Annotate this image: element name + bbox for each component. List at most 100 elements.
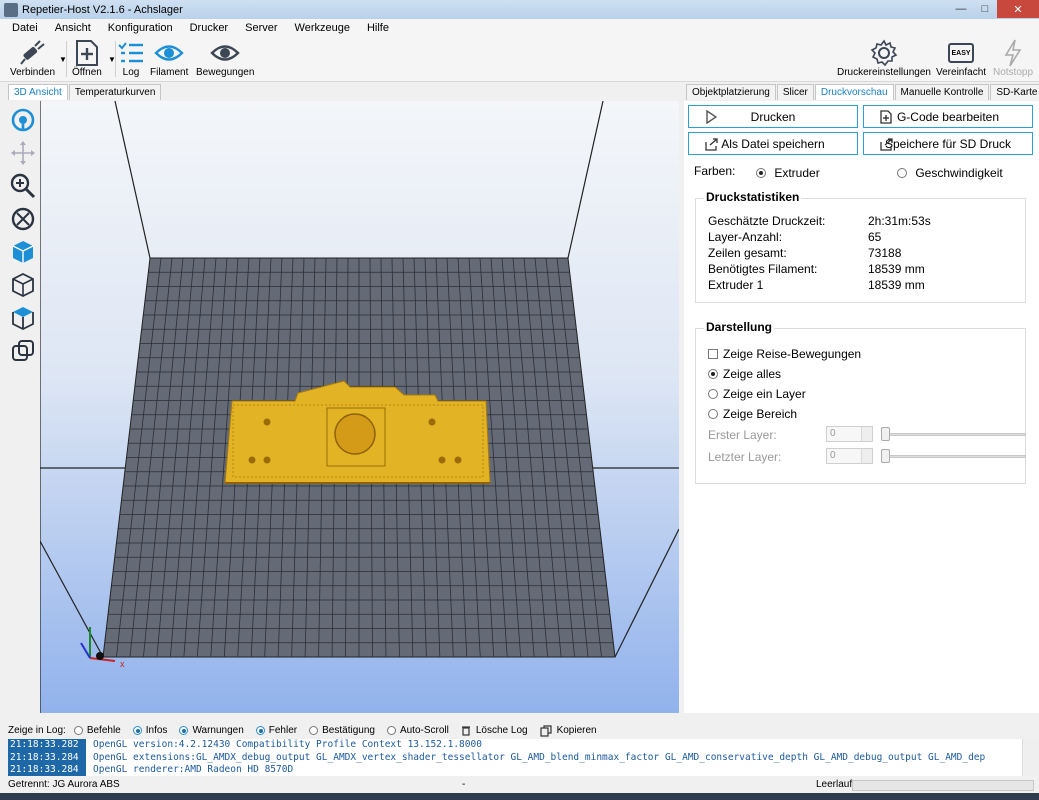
- save-file-label: Als Datei speichern: [721, 136, 825, 151]
- log-message: OpenGL version:4.2.12430 Compatibility P…: [93, 739, 482, 750]
- log-output[interactable]: 21:18:33.282 OpenGL version:4.2.12430 Com…: [8, 739, 1022, 776]
- colors-label: Farben:: [694, 164, 736, 178]
- display-title: Darstellung: [704, 320, 775, 334]
- 3d-view[interactable]: x: [40, 101, 679, 713]
- fit-view-button[interactable]: [7, 202, 39, 235]
- log-filter-radio[interactable]: [132, 726, 142, 735]
- show-all-label: Zeige alles: [723, 367, 782, 381]
- spinner-arrows[interactable]: [861, 427, 872, 441]
- show-layer-radio[interactable]: [708, 389, 718, 399]
- log-filter-radio[interactable]: [386, 726, 396, 735]
- tab-manual-control[interactable]: Manuelle Kontrolle: [894, 84, 990, 100]
- maximize-button[interactable]: □: [973, 0, 997, 18]
- save-sd-button[interactable]: Speichere für SD Druck: [863, 132, 1033, 155]
- menu-server[interactable]: Server: [245, 22, 277, 34]
- color-extruder-option[interactable]: Extruder: [756, 166, 820, 180]
- tab-slicer[interactable]: Slicer: [776, 84, 814, 100]
- emergency-stop-button[interactable]: Notstopp: [993, 39, 1033, 78]
- printer-settings-button[interactable]: Druckereinstellungen: [837, 39, 931, 78]
- simplified-button[interactable]: EASY Vereinfacht: [936, 39, 986, 78]
- show-travel-option[interactable]: Zeige Reise-Bewegungen: [708, 347, 861, 361]
- tab-object-placement[interactable]: Objektplatzierung: [686, 84, 776, 100]
- log-filter-text: Befehle: [86, 725, 121, 736]
- cube-top-icon: [12, 306, 34, 330]
- log-filter-radio[interactable]: [179, 726, 189, 735]
- first-layer-spinner[interactable]: 0: [826, 426, 873, 442]
- slider-track: [881, 455, 1026, 458]
- slider-thumb[interactable]: [881, 449, 890, 463]
- svg-text:x: x: [120, 659, 125, 669]
- last-layer-spinner[interactable]: 0: [826, 448, 873, 464]
- color-extruder-radio[interactable]: [756, 168, 766, 178]
- color-speed-option[interactable]: Geschwindigkeit: [897, 166, 1003, 180]
- show-range-radio[interactable]: [708, 409, 718, 419]
- stat-label: Geschätzte Druckzeit:: [708, 214, 826, 228]
- first-layer-slider[interactable]: [881, 426, 1026, 442]
- connect-button[interactable]: Verbinden: [10, 39, 55, 78]
- clear-log-button[interactable]: Lösche Log: [461, 725, 528, 736]
- window-controls: — □ ✕: [949, 0, 1039, 18]
- tab-temperature-curves[interactable]: Temperaturkurven: [68, 84, 162, 100]
- show-layer-option[interactable]: Zeige ein Layer: [708, 387, 806, 401]
- show-all-radio[interactable]: [708, 369, 718, 379]
- copy-log-button[interactable]: Kopieren: [539, 724, 597, 737]
- edit-gcode-button[interactable]: G-Code bearbeiten: [863, 105, 1033, 128]
- show-travel-checkbox[interactable]: [708, 349, 718, 359]
- squares-icon: [12, 339, 34, 361]
- slider-thumb[interactable]: [881, 427, 890, 441]
- log-filter-autoscroll[interactable]: Auto-Scroll: [386, 725, 449, 736]
- print-button[interactable]: Drucken: [688, 105, 858, 128]
- minimize-button[interactable]: —: [949, 0, 973, 18]
- list-icon: [117, 39, 145, 67]
- easy-icon: EASY: [948, 39, 975, 67]
- menu-werkzeuge[interactable]: Werkzeuge: [295, 22, 350, 34]
- log-filter-text: Bestätigung: [322, 725, 375, 736]
- menu-datei[interactable]: Datei: [12, 22, 38, 34]
- log-button[interactable]: Log: [117, 39, 145, 78]
- log-filter-errors[interactable]: Fehler: [255, 725, 297, 736]
- close-button[interactable]: ✕: [997, 0, 1039, 18]
- show-range-option[interactable]: Zeige Bereich: [708, 407, 797, 421]
- top-view-button[interactable]: [7, 301, 39, 334]
- show-all-option[interactable]: Zeige alles: [708, 367, 781, 381]
- play-icon: [705, 109, 718, 127]
- print-statistics-title: Druckstatistiken: [704, 190, 802, 204]
- log-filter-commands[interactable]: Befehle: [73, 725, 121, 736]
- menu-konfiguration[interactable]: Konfiguration: [108, 22, 173, 34]
- zoom-view-button[interactable]: [7, 169, 39, 202]
- first-layer-label: Erster Layer:: [708, 428, 777, 442]
- iso-view-button[interactable]: [7, 235, 39, 268]
- log-filter-ack[interactable]: Bestätigung: [309, 725, 375, 736]
- rotate-view-button[interactable]: [7, 103, 39, 136]
- log-filter-radio[interactable]: [309, 726, 319, 735]
- menu-drucker[interactable]: Drucker: [190, 22, 229, 34]
- front-view-button[interactable]: [7, 268, 39, 301]
- tab-3d-view[interactable]: 3D Ansicht: [8, 84, 68, 100]
- moves-button[interactable]: Bewegungen: [196, 39, 254, 78]
- log-filter-radio[interactable]: [255, 726, 265, 735]
- color-speed-radio[interactable]: [897, 168, 907, 178]
- plug-icon: [19, 39, 47, 67]
- spinner-arrows[interactable]: [861, 449, 872, 463]
- tab-print-preview[interactable]: Druckvorschau: [814, 84, 894, 100]
- copy-log-label: Kopieren: [556, 725, 597, 736]
- log-filter-infos[interactable]: Infos: [132, 725, 168, 736]
- menu-hilfe[interactable]: Hilfe: [367, 22, 389, 34]
- print-button-label: Drucken: [750, 109, 796, 124]
- stat-label: Layer-Anzahl:: [708, 230, 783, 244]
- stat-value: 73188: [868, 246, 902, 260]
- filament-button[interactable]: Filament: [150, 39, 188, 78]
- log-filter-warnings[interactable]: Warnungen: [179, 725, 244, 736]
- menu-ansicht[interactable]: Ansicht: [55, 22, 91, 34]
- log-filter-radio[interactable]: [73, 726, 83, 735]
- log-filter-text: Infos: [145, 725, 168, 736]
- rotate-icon: [11, 108, 35, 131]
- tab-sd-card[interactable]: SD-Karte: [990, 84, 1039, 100]
- move-view-button[interactable]: [7, 136, 39, 169]
- last-layer-slider[interactable]: [881, 448, 1026, 464]
- log-scrollbar[interactable]: [1022, 739, 1039, 776]
- parallel-view-button[interactable]: [7, 334, 39, 367]
- open-button[interactable]: Öffnen: [72, 39, 102, 78]
- save-file-button[interactable]: Als Datei speichern: [688, 132, 858, 155]
- fit-icon: [11, 207, 35, 230]
